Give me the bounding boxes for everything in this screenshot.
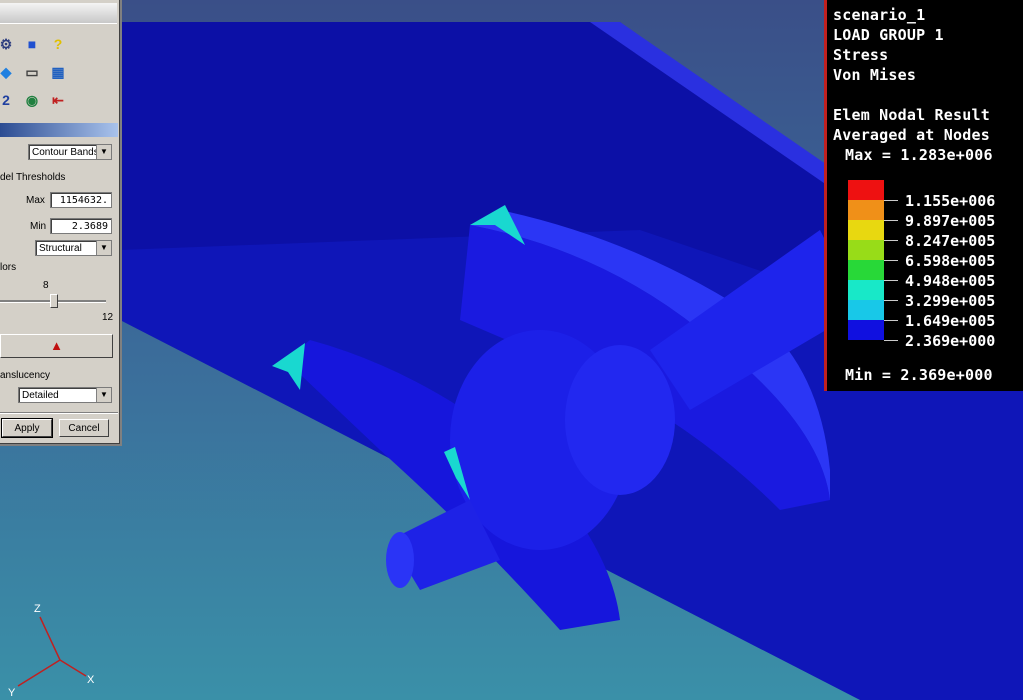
spectrum-value: Structural	[39, 243, 82, 254]
legend-level-value: 3.299e+005	[905, 292, 996, 310]
legend-tick	[884, 260, 898, 261]
slider-value-label: 8	[43, 280, 49, 291]
legend-result-type: Stress	[833, 46, 889, 64]
legend-tick	[884, 200, 898, 201]
legend-tick	[884, 300, 898, 301]
legend-level-value: 8.247e+005	[905, 232, 996, 250]
mesh-cube-icon[interactable]: ◆	[0, 62, 16, 82]
grid-icon[interactable]: ▦	[48, 62, 68, 82]
cube-icon[interactable]: ■	[22, 34, 42, 54]
legend-tick	[884, 320, 898, 321]
colors-slider-thumb[interactable]	[50, 294, 59, 308]
min-label: Min	[30, 221, 47, 232]
legend-band-swatch	[848, 220, 884, 240]
axis-z-label: Z	[34, 603, 41, 615]
section-header-bar	[0, 123, 118, 137]
triangle-up-icon: ▲	[50, 338, 63, 353]
hub-face	[565, 345, 675, 495]
cancel-button[interactable]: Cancel	[59, 419, 109, 437]
legend-scenario: scenario_1	[833, 6, 926, 24]
results-legend: scenario_1 LOAD GROUP 1 Stress Von Mises…	[824, 0, 1023, 391]
legend-tick	[884, 240, 898, 241]
slider-max-label: 12	[102, 312, 114, 323]
translucency-value: Detailed	[22, 390, 59, 401]
numeric-icon[interactable]: 2	[0, 90, 16, 110]
legend-level-value: 9.897e+005	[905, 212, 996, 230]
thresholds-label: del Thresholds	[0, 172, 66, 183]
max-label: Max	[26, 195, 45, 206]
legend-level-value: 1.155e+006	[905, 192, 996, 210]
chevron-down-icon[interactable]: ▼	[96, 241, 111, 255]
shaft-end	[386, 532, 414, 588]
legend-band-swatch	[848, 300, 884, 320]
legend-component: Von Mises	[833, 66, 917, 84]
legend-result-location: Elem Nodal Result	[833, 106, 990, 124]
max-threshold-input[interactable]: 1154632.	[50, 192, 112, 208]
legend-band-swatch	[848, 320, 884, 340]
legend-tick	[884, 280, 898, 281]
axis-y-label: Y	[8, 687, 16, 699]
legend-band-swatch	[848, 240, 884, 260]
chevron-down-icon[interactable]: ▼	[96, 388, 111, 402]
expand-button[interactable]: ▲	[0, 334, 113, 358]
legend-averaging: Averaged at Nodes	[833, 126, 990, 144]
legend-band-swatch	[848, 200, 884, 220]
dialog-title-bar[interactable]	[0, 3, 117, 24]
spectrum-select[interactable]: Structural ▼	[35, 240, 112, 256]
fringe-options-dialog: ⚙ ■? ◆ ▭ ▦ 2 ◉ ⇤ Contour Bands ▼ del Thresholds…	[0, 0, 122, 446]
legend-level-value: 4.948e+005	[905, 272, 996, 290]
legend-band-swatch	[848, 260, 884, 280]
door-exit-icon[interactable]: ⇤	[48, 90, 68, 110]
legend-level-value: 2.369e+000	[905, 332, 996, 350]
translucency-select[interactable]: Detailed ▼	[18, 387, 112, 403]
axis-x-label: X	[87, 674, 95, 686]
legend-tick	[884, 220, 898, 221]
legend-level-value: 6.598e+005	[905, 252, 996, 270]
legend-max: Max = 1.283e+006	[845, 146, 993, 164]
legend-tick	[884, 340, 898, 341]
min-threshold-input[interactable]: 2.3689	[50, 218, 112, 234]
chevron-down-icon[interactable]: ▼	[96, 145, 111, 159]
legend-load-group: LOAD GROUP 1	[833, 26, 944, 44]
display-mode-value: Contour Bands	[32, 147, 99, 158]
legend-level-value: 1.649e+005	[905, 312, 996, 330]
apply-button[interactable]: Apply	[1, 418, 53, 438]
window-icon[interactable]: ▭	[22, 62, 42, 82]
help-icon[interactable]: ?	[48, 34, 68, 54]
legend-min: Min = 2.369e+000	[845, 366, 993, 384]
display-mode-select[interactable]: Contour Bands ▼	[28, 144, 112, 160]
node-icon[interactable]: ⚙	[0, 34, 16, 54]
legend-band-swatch	[848, 180, 884, 200]
legend-band-swatch	[848, 280, 884, 300]
translucency-label: anslucency	[0, 370, 51, 381]
eye-icon[interactable]: ◉	[22, 90, 42, 110]
colors-label: lors	[0, 262, 17, 273]
divider	[0, 412, 118, 414]
